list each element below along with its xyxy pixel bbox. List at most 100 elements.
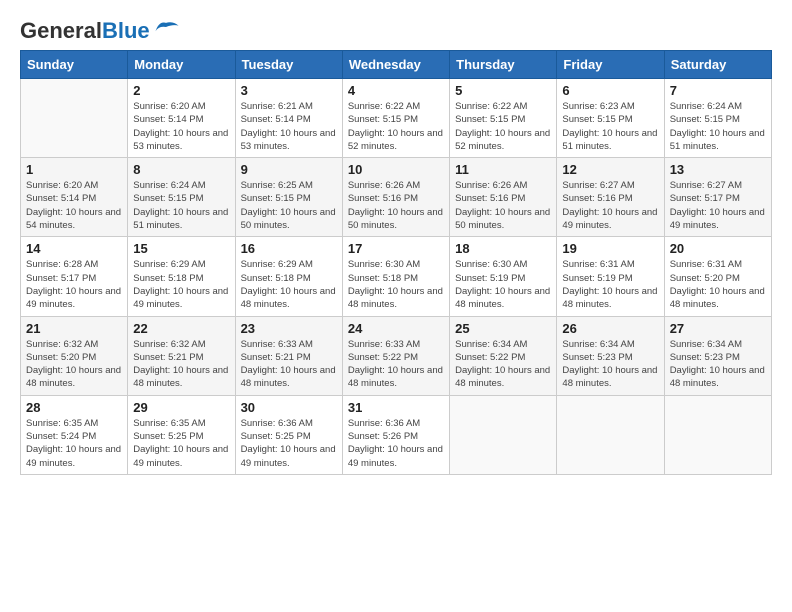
day-info: Sunrise: 6:20 AM Sunset: 5:14 PM Dayligh… — [133, 100, 229, 153]
day-number: 4 — [348, 83, 444, 98]
day-info: Sunrise: 6:34 AM Sunset: 5:23 PM Dayligh… — [670, 338, 766, 391]
calendar-cell: 15 Sunrise: 6:29 AM Sunset: 5:18 PM Dayl… — [128, 237, 235, 316]
day-number: 27 — [670, 321, 766, 336]
day-info: Sunrise: 6:20 AM Sunset: 5:14 PM Dayligh… — [26, 179, 122, 232]
calendar-week-row: 28 Sunrise: 6:35 AM Sunset: 5:24 PM Dayl… — [21, 395, 772, 474]
day-number: 18 — [455, 241, 551, 256]
calendar-week-row: 21 Sunrise: 6:32 AM Sunset: 5:20 PM Dayl… — [21, 316, 772, 395]
day-header-wednesday: Wednesday — [342, 51, 449, 79]
day-info: Sunrise: 6:24 AM Sunset: 5:15 PM Dayligh… — [133, 179, 229, 232]
day-header-monday: Monday — [128, 51, 235, 79]
calendar-cell — [21, 79, 128, 158]
calendar-cell: 21 Sunrise: 6:32 AM Sunset: 5:20 PM Dayl… — [21, 316, 128, 395]
calendar-table: SundayMondayTuesdayWednesdayThursdayFrid… — [20, 50, 772, 475]
calendar-cell: 19 Sunrise: 6:31 AM Sunset: 5:19 PM Dayl… — [557, 237, 664, 316]
calendar-cell: 29 Sunrise: 6:35 AM Sunset: 5:25 PM Dayl… — [128, 395, 235, 474]
calendar-cell: 10 Sunrise: 6:26 AM Sunset: 5:16 PM Dayl… — [342, 158, 449, 237]
calendar-week-row: 14 Sunrise: 6:28 AM Sunset: 5:17 PM Dayl… — [21, 237, 772, 316]
day-info: Sunrise: 6:32 AM Sunset: 5:20 PM Dayligh… — [26, 338, 122, 391]
day-number: 11 — [455, 162, 551, 177]
calendar-cell: 14 Sunrise: 6:28 AM Sunset: 5:17 PM Dayl… — [21, 237, 128, 316]
day-info: Sunrise: 6:33 AM Sunset: 5:21 PM Dayligh… — [241, 338, 337, 391]
day-number: 1 — [26, 162, 122, 177]
day-number: 16 — [241, 241, 337, 256]
day-number: 31 — [348, 400, 444, 415]
calendar-cell: 8 Sunrise: 6:24 AM Sunset: 5:15 PM Dayli… — [128, 158, 235, 237]
page-header: GeneralBlue — [20, 20, 772, 42]
day-info: Sunrise: 6:26 AM Sunset: 5:16 PM Dayligh… — [348, 179, 444, 232]
day-info: Sunrise: 6:33 AM Sunset: 5:22 PM Dayligh… — [348, 338, 444, 391]
day-info: Sunrise: 6:23 AM Sunset: 5:15 PM Dayligh… — [562, 100, 658, 153]
day-number: 22 — [133, 321, 229, 336]
day-info: Sunrise: 6:31 AM Sunset: 5:20 PM Dayligh… — [670, 258, 766, 311]
day-number: 28 — [26, 400, 122, 415]
logo-bird-icon — [152, 17, 180, 35]
day-info: Sunrise: 6:34 AM Sunset: 5:23 PM Dayligh… — [562, 338, 658, 391]
day-number: 21 — [26, 321, 122, 336]
calendar-cell: 11 Sunrise: 6:26 AM Sunset: 5:16 PM Dayl… — [450, 158, 557, 237]
day-info: Sunrise: 6:30 AM Sunset: 5:18 PM Dayligh… — [348, 258, 444, 311]
calendar-cell: 6 Sunrise: 6:23 AM Sunset: 5:15 PM Dayli… — [557, 79, 664, 158]
logo-blue: Blue — [102, 18, 150, 43]
logo: GeneralBlue — [20, 20, 180, 42]
day-info: Sunrise: 6:32 AM Sunset: 5:21 PM Dayligh… — [133, 338, 229, 391]
day-info: Sunrise: 6:31 AM Sunset: 5:19 PM Dayligh… — [562, 258, 658, 311]
logo-general: General — [20, 18, 102, 43]
calendar-cell: 22 Sunrise: 6:32 AM Sunset: 5:21 PM Dayl… — [128, 316, 235, 395]
calendar-cell: 26 Sunrise: 6:34 AM Sunset: 5:23 PM Dayl… — [557, 316, 664, 395]
day-info: Sunrise: 6:25 AM Sunset: 5:15 PM Dayligh… — [241, 179, 337, 232]
calendar-cell: 9 Sunrise: 6:25 AM Sunset: 5:15 PM Dayli… — [235, 158, 342, 237]
day-info: Sunrise: 6:29 AM Sunset: 5:18 PM Dayligh… — [241, 258, 337, 311]
day-number: 2 — [133, 83, 229, 98]
calendar-cell: 16 Sunrise: 6:29 AM Sunset: 5:18 PM Dayl… — [235, 237, 342, 316]
day-number: 6 — [562, 83, 658, 98]
day-number: 20 — [670, 241, 766, 256]
day-number: 30 — [241, 400, 337, 415]
calendar-cell: 17 Sunrise: 6:30 AM Sunset: 5:18 PM Dayl… — [342, 237, 449, 316]
calendar-cell: 1 Sunrise: 6:20 AM Sunset: 5:14 PM Dayli… — [21, 158, 128, 237]
day-number: 3 — [241, 83, 337, 98]
calendar-cell: 3 Sunrise: 6:21 AM Sunset: 5:14 PM Dayli… — [235, 79, 342, 158]
day-number: 8 — [133, 162, 229, 177]
calendar-cell: 4 Sunrise: 6:22 AM Sunset: 5:15 PM Dayli… — [342, 79, 449, 158]
day-number: 7 — [670, 83, 766, 98]
calendar-cell: 25 Sunrise: 6:34 AM Sunset: 5:22 PM Dayl… — [450, 316, 557, 395]
day-number: 19 — [562, 241, 658, 256]
day-info: Sunrise: 6:36 AM Sunset: 5:25 PM Dayligh… — [241, 417, 337, 470]
day-info: Sunrise: 6:35 AM Sunset: 5:25 PM Dayligh… — [133, 417, 229, 470]
day-number: 23 — [241, 321, 337, 336]
day-number: 5 — [455, 83, 551, 98]
calendar-cell — [557, 395, 664, 474]
day-info: Sunrise: 6:22 AM Sunset: 5:15 PM Dayligh… — [348, 100, 444, 153]
day-number: 9 — [241, 162, 337, 177]
calendar-cell: 12 Sunrise: 6:27 AM Sunset: 5:16 PM Dayl… — [557, 158, 664, 237]
day-info: Sunrise: 6:22 AM Sunset: 5:15 PM Dayligh… — [455, 100, 551, 153]
day-header-saturday: Saturday — [664, 51, 771, 79]
day-info: Sunrise: 6:36 AM Sunset: 5:26 PM Dayligh… — [348, 417, 444, 470]
day-info: Sunrise: 6:27 AM Sunset: 5:17 PM Dayligh… — [670, 179, 766, 232]
calendar-cell: 20 Sunrise: 6:31 AM Sunset: 5:20 PM Dayl… — [664, 237, 771, 316]
day-number: 13 — [670, 162, 766, 177]
calendar-cell: 13 Sunrise: 6:27 AM Sunset: 5:17 PM Dayl… — [664, 158, 771, 237]
calendar-cell: 27 Sunrise: 6:34 AM Sunset: 5:23 PM Dayl… — [664, 316, 771, 395]
calendar-header-row: SundayMondayTuesdayWednesdayThursdayFrid… — [21, 51, 772, 79]
calendar-cell: 5 Sunrise: 6:22 AM Sunset: 5:15 PM Dayli… — [450, 79, 557, 158]
calendar-week-row: 1 Sunrise: 6:20 AM Sunset: 5:14 PM Dayli… — [21, 158, 772, 237]
day-info: Sunrise: 6:21 AM Sunset: 5:14 PM Dayligh… — [241, 100, 337, 153]
day-header-sunday: Sunday — [21, 51, 128, 79]
calendar-cell: 30 Sunrise: 6:36 AM Sunset: 5:25 PM Dayl… — [235, 395, 342, 474]
day-info: Sunrise: 6:35 AM Sunset: 5:24 PM Dayligh… — [26, 417, 122, 470]
day-number: 12 — [562, 162, 658, 177]
day-info: Sunrise: 6:24 AM Sunset: 5:15 PM Dayligh… — [670, 100, 766, 153]
day-number: 17 — [348, 241, 444, 256]
calendar-cell: 31 Sunrise: 6:36 AM Sunset: 5:26 PM Dayl… — [342, 395, 449, 474]
calendar-cell — [450, 395, 557, 474]
day-number: 24 — [348, 321, 444, 336]
day-header-thursday: Thursday — [450, 51, 557, 79]
day-header-tuesday: Tuesday — [235, 51, 342, 79]
day-info: Sunrise: 6:34 AM Sunset: 5:22 PM Dayligh… — [455, 338, 551, 391]
day-info: Sunrise: 6:27 AM Sunset: 5:16 PM Dayligh… — [562, 179, 658, 232]
day-number: 25 — [455, 321, 551, 336]
day-number: 26 — [562, 321, 658, 336]
calendar-cell: 23 Sunrise: 6:33 AM Sunset: 5:21 PM Dayl… — [235, 316, 342, 395]
